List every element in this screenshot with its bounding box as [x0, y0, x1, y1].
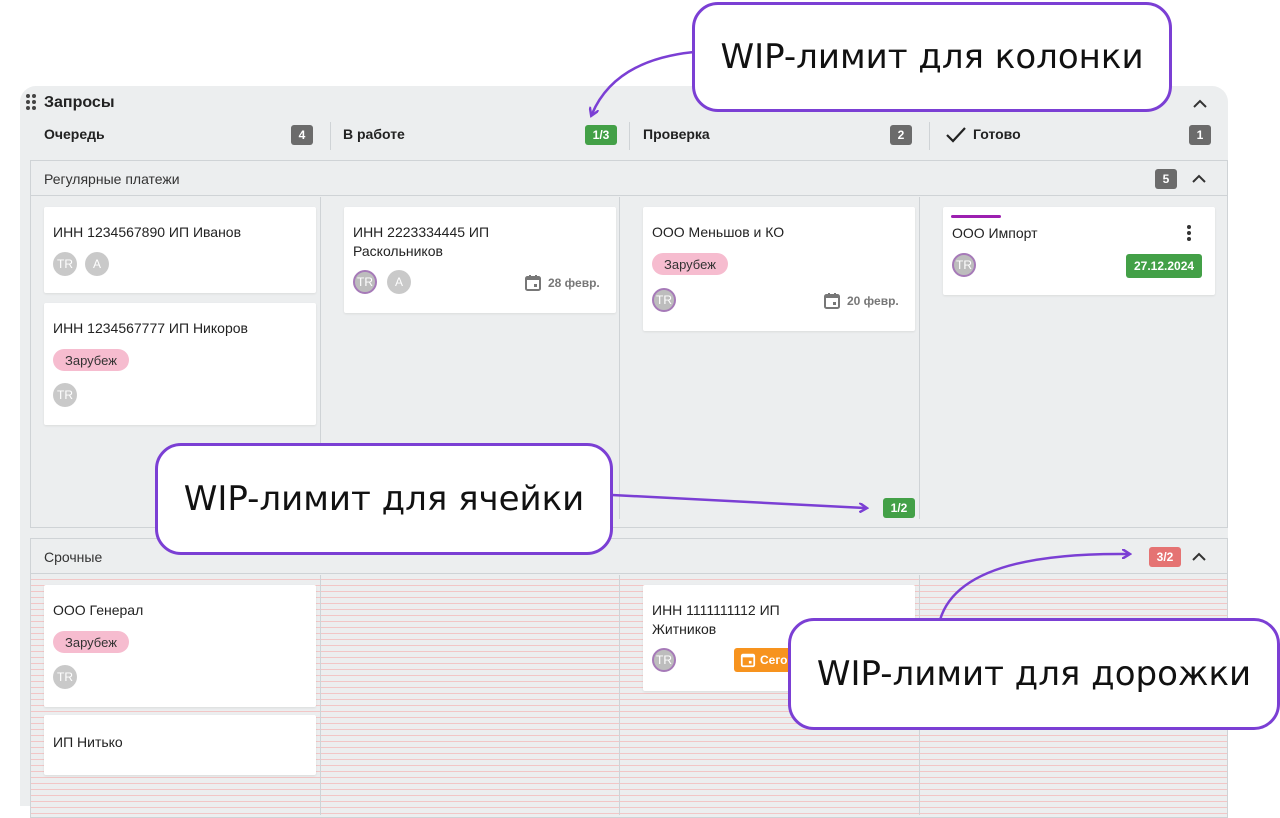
tag-badge: Зарубеж: [53, 631, 129, 653]
card-title: ИНН 1234567777 ИП Никоров: [53, 320, 248, 336]
card[interactable]: ООО Меньшов и КО Зарубеж TR 20 февр.: [643, 207, 915, 331]
card[interactable]: ООО Генерал Зарубеж TR: [44, 585, 316, 707]
column-divider: [629, 122, 630, 150]
column-count-done: 1: [1189, 125, 1211, 145]
callout-text: WIP-лимит для колонки: [720, 37, 1144, 77]
card-title-line1: ИНН 1111111112 ИП: [652, 602, 780, 618]
callout-cell-wip: WIP-лимит для ячейки: [155, 443, 613, 555]
avatar[interactable]: TR: [53, 252, 77, 276]
tag-badge: Зарубеж: [652, 253, 728, 275]
swimlane-title: Регулярные платежи: [44, 171, 180, 187]
callout-text: WIP-лимит для ячейки: [183, 479, 585, 519]
card-title: ООО Генерал: [53, 602, 144, 618]
card-title: ООО Меньшов и КО: [652, 224, 785, 240]
card-title-line2: Житников: [652, 621, 717, 637]
card[interactable]: ИП Нитько: [44, 715, 316, 775]
checkmark-icon: [946, 127, 966, 143]
calendar-icon: [525, 275, 541, 291]
collapse-lane-icon[interactable]: [1191, 171, 1207, 187]
board-title: Запросы: [44, 94, 115, 111]
avatar[interactable]: TR: [652, 648, 676, 672]
cell-divider: [919, 197, 920, 519]
column-wip-limit: 1/3: [585, 125, 617, 145]
avatar[interactable]: TR: [652, 288, 676, 312]
card[interactable]: ИНН 2223334445 ИП Раскольников TR A 28 ф…: [344, 207, 616, 313]
column-count-queue: 4: [291, 125, 313, 145]
completed-date-badge: 27.12.2024: [1126, 254, 1203, 278]
collapse-board-icon[interactable]: [1192, 96, 1208, 112]
due-date: 20 февр.: [823, 292, 899, 310]
callout-column-wip: WIP-лимит для колонки: [692, 2, 1172, 112]
column-header-queue[interactable]: Очередь: [44, 126, 105, 146]
card-color-strip: [951, 215, 1001, 218]
cell-divider: [320, 575, 321, 815]
swimlane-header[interactable]: [31, 161, 1227, 196]
drag-handle-icon[interactable]: [26, 94, 38, 112]
collapse-lane-icon[interactable]: [1191, 549, 1207, 565]
swimlane-title: Срочные: [44, 549, 103, 565]
avatar[interactable]: TR: [53, 665, 77, 689]
column-divider: [929, 122, 930, 150]
card-title: ИП Нитько: [53, 734, 123, 750]
column-header-in-progress[interactable]: В работе: [343, 126, 405, 146]
card[interactable]: ИНН 1234567890 ИП Иванов TR A: [44, 207, 316, 293]
card-title: ООО Импорт: [952, 225, 1038, 241]
column-count-review: 2: [890, 125, 912, 145]
calendar-icon: [740, 653, 756, 668]
column-divider: [330, 122, 331, 150]
cell-divider: [619, 197, 620, 519]
card[interactable]: ИНН 1234567777 ИП Никоров Зарубеж TR: [44, 303, 316, 425]
cell-wip-limit: 1/2: [883, 498, 915, 518]
card-title-line2: Раскольников: [353, 243, 443, 259]
avatar[interactable]: TR: [952, 253, 976, 277]
due-today-text: Сего: [760, 653, 788, 667]
avatar[interactable]: A: [85, 252, 109, 276]
card-title-line1: ИНН 2223334445 ИП: [353, 224, 490, 240]
card-title: ИНН 1234567890 ИП Иванов: [53, 224, 242, 240]
column-header-done[interactable]: Готово: [973, 126, 1021, 146]
callout-lane-wip: WIP-лимит для дорожки: [788, 618, 1280, 730]
card[interactable]: ООО Импорт TR 27.12.2024: [943, 207, 1215, 295]
swimlane-wip-limit: 3/2: [1149, 547, 1181, 567]
tag-badge: Зарубеж: [53, 349, 129, 371]
avatar[interactable]: TR: [353, 270, 377, 294]
avatar[interactable]: TR: [53, 383, 77, 407]
callout-text: WIP-лимит для дорожки: [816, 654, 1252, 694]
avatar[interactable]: A: [387, 270, 411, 294]
cell-divider: [619, 575, 620, 815]
calendar-icon: [824, 293, 840, 309]
swimlane-count: 5: [1155, 169, 1177, 189]
due-date: 28 февр.: [524, 274, 600, 292]
more-vertical-icon[interactable]: [1181, 223, 1197, 243]
due-date-text: 20 февр.: [847, 294, 899, 308]
column-header-review[interactable]: Проверка: [643, 126, 710, 146]
due-date-text: 28 февр.: [548, 276, 600, 290]
